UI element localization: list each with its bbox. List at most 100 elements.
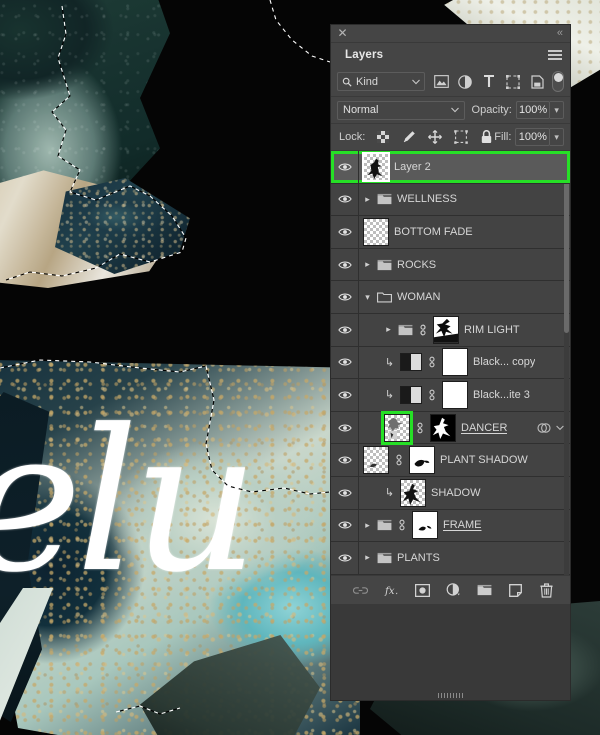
lock-artboard-icon[interactable]: [453, 130, 468, 145]
layer-mask-thumbnail-dancer[interactable]: [430, 413, 456, 442]
group-expand-chevron-icon[interactable]: ▸: [363, 552, 372, 563]
layer-name[interactable]: PLANT SHADOW: [440, 454, 528, 466]
layer-name[interactable]: FRAME: [443, 519, 482, 531]
layer-row-black-white-3[interactable]: ↳ Black...ite 3: [331, 379, 570, 412]
layer-row-body[interactable]: Layer 2: [359, 151, 570, 183]
layer-name[interactable]: Layer 2: [394, 161, 431, 173]
layer-name[interactable]: WELLNESS: [397, 193, 457, 205]
lock-all-icon[interactable]: [479, 130, 494, 145]
layer-row-shadow[interactable]: ↳ SHADOW: [331, 476, 570, 510]
layer-thumbnail-shadow[interactable]: [400, 478, 426, 507]
lock-transparent-pixels-icon[interactable]: [375, 130, 390, 145]
layer-mask-thumbnail-black-copy[interactable]: [442, 348, 468, 377]
layer-name[interactable]: WOMAN: [397, 291, 440, 303]
panel-resize-grip[interactable]: [437, 693, 464, 698]
layer-row-layer-2[interactable]: Layer 2: [331, 151, 570, 184]
filter-enable-toggle[interactable]: [551, 71, 564, 92]
layer-name[interactable]: PLANTS: [397, 552, 440, 564]
layer-mask-thumbnail-frame[interactable]: [412, 511, 438, 540]
layer-row-body[interactable]: ↳ SHADOW: [359, 477, 570, 509]
tab-layers[interactable]: Layers: [331, 43, 398, 67]
blend-mode-dropdown[interactable]: Normal: [337, 100, 465, 120]
group-expand-chevron-icon[interactable]: ▸: [363, 194, 372, 205]
group-expand-chevron-icon[interactable]: ▸: [363, 259, 372, 270]
visibility-toggle[interactable]: [331, 216, 359, 248]
panel-menu-icon[interactable]: [548, 50, 562, 60]
chevron-down-icon[interactable]: [556, 425, 564, 431]
visibility-toggle[interactable]: [331, 476, 359, 509]
layer-thumbnail-layer-2[interactable]: [362, 151, 390, 182]
layer-row-frame[interactable]: ▸ FRAME: [331, 509, 570, 543]
mask-link-icon[interactable]: [394, 454, 404, 466]
layer-thumbnail-bottom-fade[interactable]: [363, 217, 389, 246]
visibility-toggle[interactable]: [331, 151, 359, 183]
fill-input[interactable]: 100%: [515, 128, 551, 146]
layer-row-body[interactable]: ▾ WOMAN: [359, 281, 570, 313]
visibility-toggle[interactable]: [331, 411, 359, 444]
layer-effects-icon[interactable]: [537, 422, 551, 434]
smart-object-filter-icon[interactable]: [530, 74, 545, 89]
layer-row-body[interactable]: ▸: [359, 314, 570, 346]
layer-name[interactable]: Black...ite 3: [473, 389, 530, 401]
add-layer-style-icon[interactable]: fx: [384, 583, 399, 598]
filter-kind-dropdown[interactable]: Kind: [337, 72, 425, 91]
mask-link-icon[interactable]: [397, 519, 407, 531]
layer-mask-thumbnail-black-white-3[interactable]: [442, 380, 468, 409]
layer-thumbnail-dancer[interactable]: [384, 413, 410, 442]
visibility-toggle[interactable]: [331, 313, 359, 346]
layer-row-black-copy[interactable]: ↳ Black... copy: [331, 346, 570, 380]
layer-list[interactable]: Layer 2 ▸ WELLNESS BOTTOM FADE ▸ ROCKS ▾…: [331, 151, 570, 575]
new-adjustment-layer-icon[interactable]: [446, 583, 461, 598]
mask-link-icon[interactable]: [427, 389, 437, 401]
layer-mask-thumbnail-plant-shadow[interactable]: [409, 446, 435, 475]
visibility-toggle[interactable]: [331, 542, 359, 574]
layer-row-body[interactable]: ▸ ROCKS: [359, 249, 570, 281]
visibility-toggle[interactable]: [331, 346, 359, 379]
fill-stepper-icon[interactable]: ▾: [550, 128, 564, 146]
adjustment-thumbnail-black-white-3[interactable]: [400, 385, 422, 404]
delete-layer-icon[interactable]: [539, 582, 554, 598]
link-layers-icon[interactable]: [353, 583, 368, 598]
visibility-toggle[interactable]: [331, 444, 359, 476]
layer-row-body[interactable]: DANCER: [359, 412, 570, 444]
type-filter-icon[interactable]: [482, 74, 497, 89]
layer-row-body[interactable]: ▸ WELLNESS: [359, 184, 570, 216]
layer-row-dancer[interactable]: DANCER: [331, 411, 570, 445]
layer-name[interactable]: RIM LIGHT: [464, 324, 520, 336]
lock-image-pixels-icon[interactable]: [401, 130, 416, 145]
opacity-input[interactable]: 100%: [515, 101, 551, 119]
pixel-filter-icon[interactable]: [433, 74, 449, 89]
mask-link-icon[interactable]: [415, 422, 425, 434]
layer-row-body[interactable]: ▸ PLANTS: [359, 542, 570, 574]
new-group-icon[interactable]: [477, 583, 492, 598]
layer-row-body[interactable]: ↳ Black... copy: [359, 347, 570, 379]
layer-row-rim-light[interactable]: ▸ RIM LIGHT: [331, 313, 570, 347]
visibility-toggle[interactable]: [331, 379, 359, 411]
layer-thumbnail-plant-shadow[interactable]: [363, 446, 389, 475]
visibility-toggle[interactable]: [331, 248, 359, 281]
layer-row-body[interactable]: ▸: [359, 510, 570, 542]
group-expand-chevron-icon[interactable]: ▸: [384, 324, 393, 335]
close-icon[interactable]: ✕: [337, 27, 348, 39]
visibility-toggle[interactable]: [331, 281, 359, 313]
visibility-toggle[interactable]: [331, 183, 359, 216]
layer-row-body[interactable]: ↳ Black...ite 3: [359, 379, 570, 411]
layer-name[interactable]: SHADOW: [431, 487, 481, 499]
layer-row-body[interactable]: BOTTOM FADE: [359, 216, 570, 248]
layer-row-woman[interactable]: ▾ WOMAN: [331, 281, 570, 314]
adjustment-filter-icon[interactable]: [458, 74, 473, 89]
group-expand-chevron-icon[interactable]: ▸: [363, 520, 372, 531]
layer-name[interactable]: ROCKS: [397, 259, 436, 271]
layer-row-bottom-fade[interactable]: BOTTOM FADE: [331, 216, 570, 249]
layer-row-body[interactable]: PLANT SHADOW: [359, 444, 570, 476]
layer-list-scrollbar[interactable]: [564, 151, 569, 575]
layer-mask-thumbnail-rim-light[interactable]: [433, 315, 459, 344]
shape-filter-icon[interactable]: [506, 74, 521, 89]
layer-row-plants[interactable]: ▸ PLANTS: [331, 542, 570, 575]
group-collapse-chevron-icon[interactable]: ▾: [363, 292, 372, 303]
adjustment-thumbnail-black-copy[interactable]: [400, 353, 422, 372]
visibility-toggle[interactable]: [331, 509, 359, 542]
layer-row-rocks[interactable]: ▸ ROCKS: [331, 248, 570, 282]
opacity-stepper-icon[interactable]: ▾: [550, 101, 564, 119]
layer-name[interactable]: BOTTOM FADE: [394, 226, 473, 238]
